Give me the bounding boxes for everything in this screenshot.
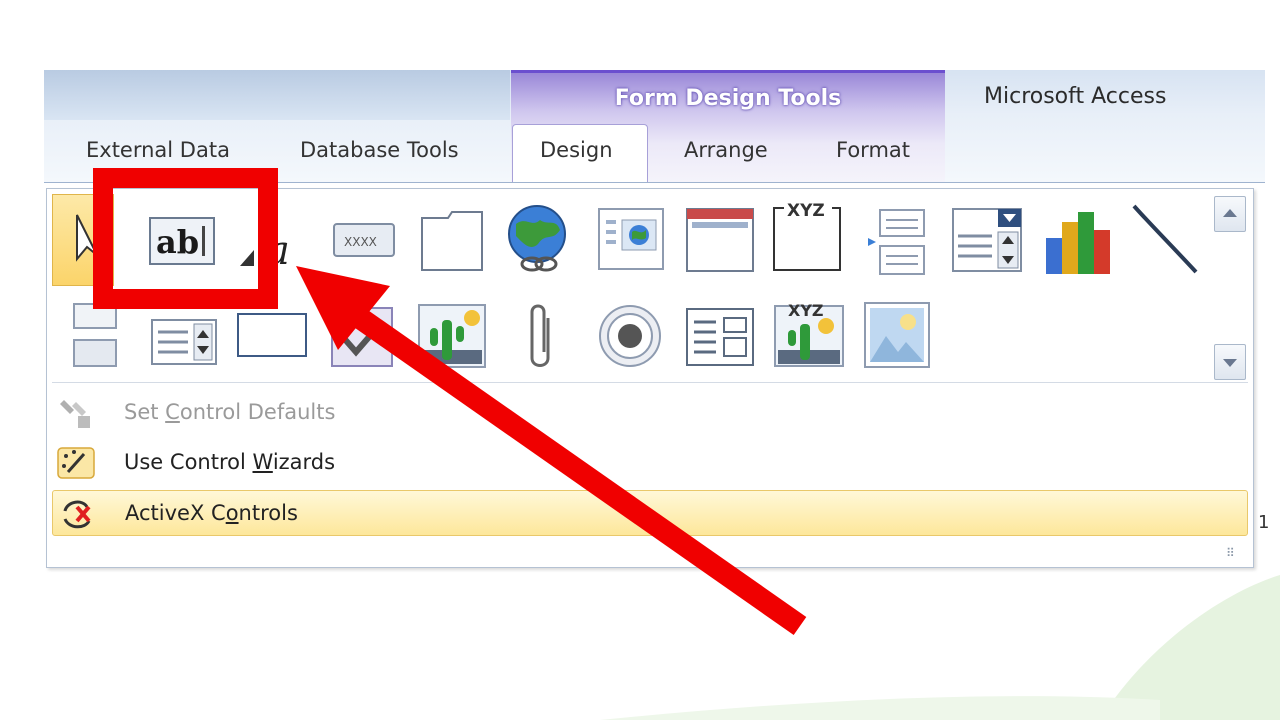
navigation-icon — [686, 208, 754, 272]
menu-item-label: ActiveX Controls — [125, 501, 298, 525]
svg-text:XYZ: XYZ — [787, 201, 825, 221]
edge-fragment: 1 — [1258, 512, 1270, 533]
menu-item-label: Set Control Defaults — [124, 400, 336, 424]
tab-control[interactable] — [418, 208, 488, 274]
rectangle-icon — [237, 313, 307, 357]
unbound-object-frame-control[interactable] — [416, 302, 488, 370]
resize-grip[interactable]: ⠿ — [1226, 546, 1235, 560]
tab-format[interactable]: Format — [836, 138, 910, 162]
tab-design[interactable]: Design — [540, 138, 613, 162]
list-box-icon — [151, 319, 217, 365]
combo-box-control[interactable] — [950, 206, 1024, 274]
hyperlink-control[interactable] — [502, 202, 572, 278]
check-box-icon — [331, 307, 393, 367]
page-break-icon — [868, 209, 925, 275]
cactus-xyz-icon: XYZ — [774, 301, 844, 367]
option-group-control[interactable]: XYZ — [770, 198, 844, 274]
bound-object-frame-control[interactable]: XYZ — [772, 296, 846, 370]
line-control[interactable] — [1130, 202, 1202, 276]
tab-database-tools[interactable]: Database Tools — [300, 138, 459, 162]
cactus-picture-icon — [418, 304, 486, 368]
annotation-highlight-box — [93, 168, 278, 309]
page-break-control[interactable] — [866, 206, 930, 278]
gallery-divider — [52, 382, 1248, 383]
wand-icon — [57, 447, 95, 479]
option-group-icon: XYZ — [773, 201, 841, 271]
web-browser-control[interactable] — [596, 206, 666, 272]
bar-chart-icon — [1046, 212, 1110, 274]
line-icon — [1132, 204, 1198, 274]
subform-control[interactable] — [684, 306, 756, 368]
svg-text:XXXX: XXXX — [344, 235, 377, 249]
check-box-control[interactable] — [328, 304, 396, 370]
menu-item-label: Use Control Wizards — [124, 450, 336, 474]
gallery-scroll-up-button[interactable] — [1214, 196, 1246, 232]
activex-controls-item[interactable]: ActiveX Controls — [52, 490, 1248, 536]
contextual-group-title: Form Design Tools — [614, 86, 842, 111]
web-browser-icon — [598, 208, 664, 270]
activex-icon — [63, 500, 91, 529]
set-control-defaults-item[interactable]: Set Control Defaults — [52, 390, 1248, 436]
option-button-control[interactable] — [596, 302, 664, 370]
tab-arrange[interactable]: Arrange — [684, 138, 768, 162]
navigation-control[interactable] — [684, 206, 756, 274]
combo-box-icon — [952, 208, 1022, 272]
arrow-up-icon — [1223, 209, 1237, 217]
app-title: Microsoft Access — [984, 84, 1167, 109]
attachment-control[interactable] — [518, 300, 562, 374]
globe-link-icon — [508, 205, 566, 272]
toggle-button-control[interactable] — [70, 300, 120, 370]
paperclip-icon — [530, 304, 550, 367]
radio-button-icon — [599, 305, 661, 367]
subform-icon — [686, 308, 754, 366]
image-control[interactable] — [862, 300, 932, 370]
image-icon — [864, 302, 930, 368]
ribbon-decoration — [44, 70, 510, 120]
button-control[interactable]: XXXX — [332, 220, 396, 260]
tab-control-icon — [421, 211, 483, 271]
tab-external-data[interactable]: External Data — [86, 138, 230, 162]
use-control-wizards-item[interactable]: Use Control Wizards — [52, 440, 1248, 486]
button-icon: XXXX — [333, 223, 395, 257]
chart-control[interactable] — [1042, 204, 1114, 278]
arrow-down-icon — [1223, 359, 1237, 367]
svg-text:XYZ: XYZ — [788, 301, 824, 320]
rectangle-control[interactable] — [236, 312, 308, 360]
list-box-control[interactable] — [150, 318, 218, 366]
gallery-scroll-down-button[interactable] — [1214, 344, 1246, 380]
toggle-button-icon — [73, 303, 117, 367]
control-defaults-icon — [60, 400, 90, 428]
